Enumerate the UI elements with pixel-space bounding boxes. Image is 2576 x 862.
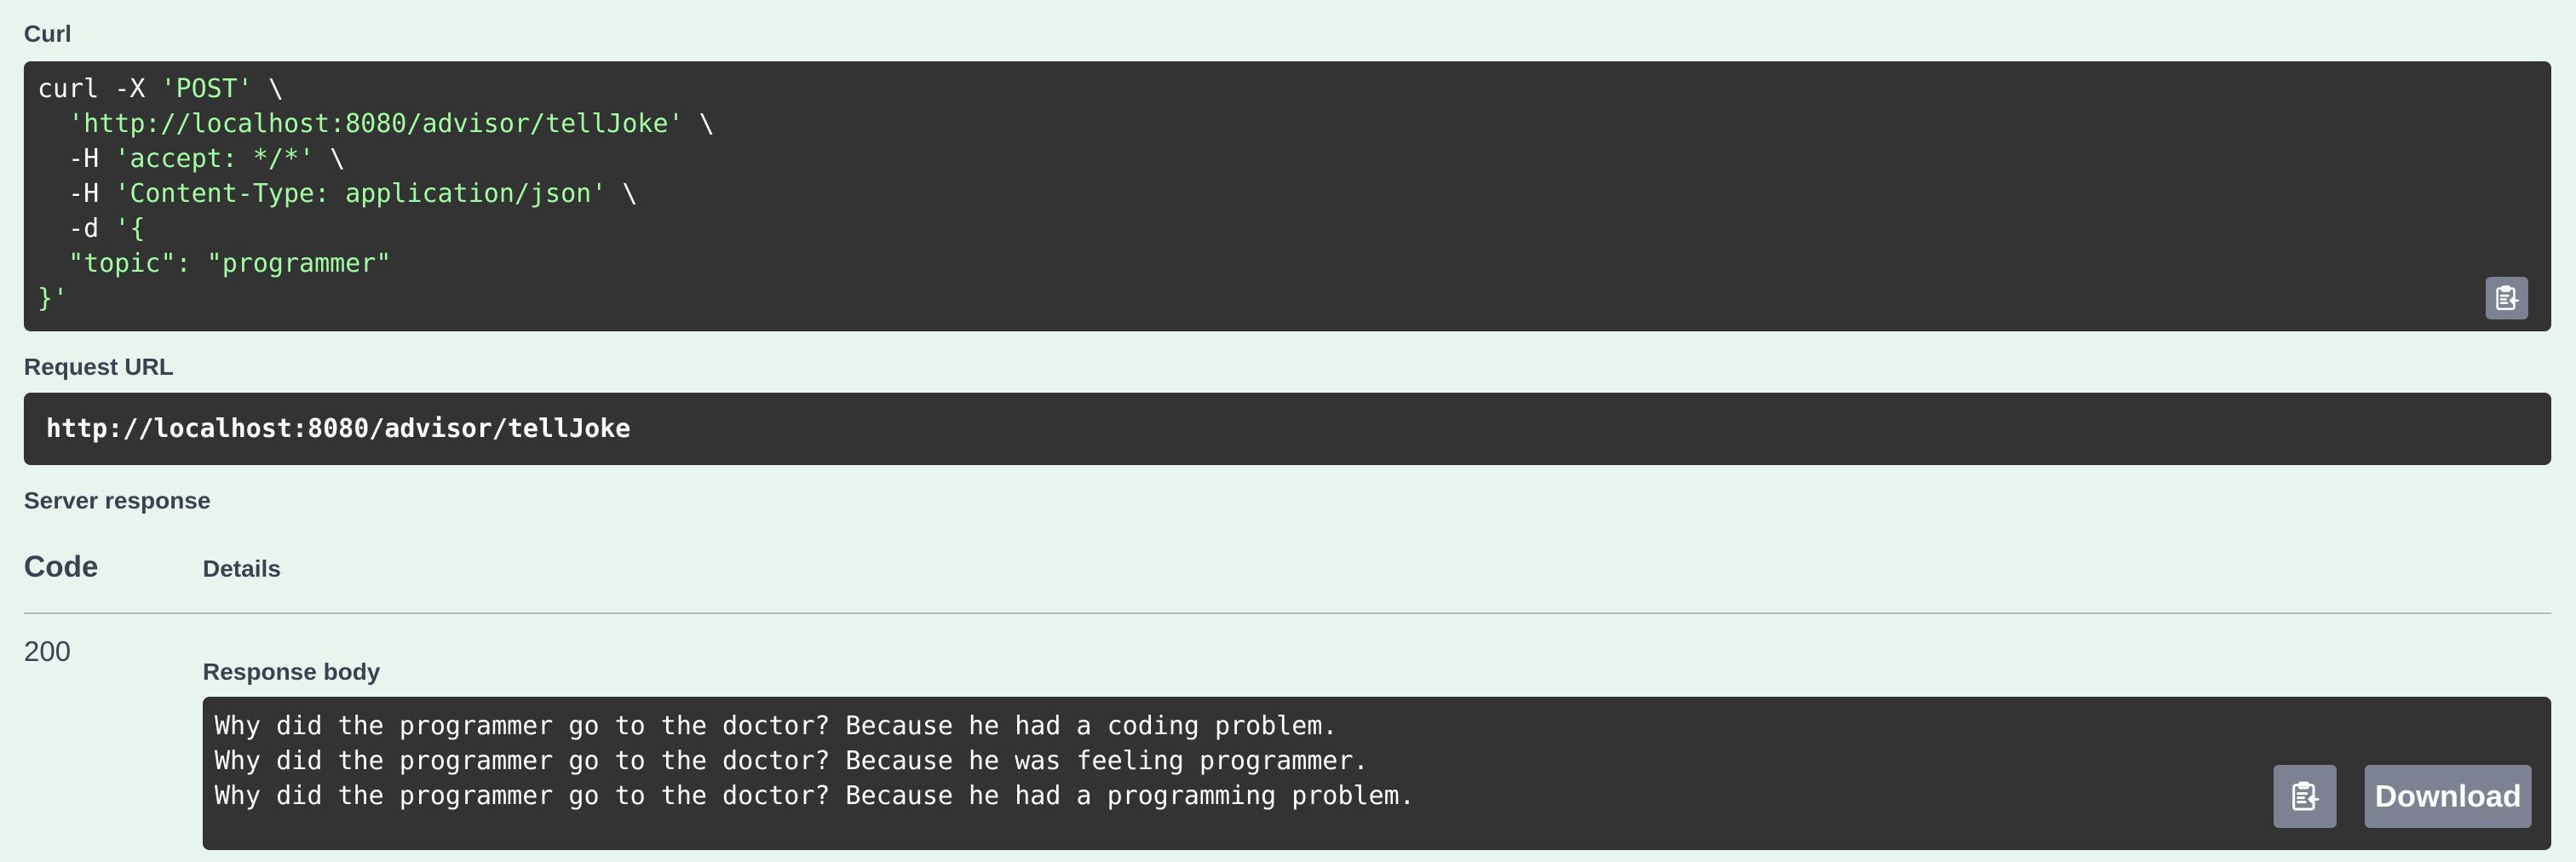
curl-token: 'POST' (160, 74, 253, 104)
curl-line: "topic": "programmer" (37, 246, 2538, 281)
curl-line: -H 'Content-Type: application/json' \ (37, 176, 2538, 211)
curl-token: \ (683, 109, 715, 139)
table-divider (24, 612, 2551, 614)
curl-token: -H (37, 144, 115, 174)
curl-token: 'accept: */*' (114, 144, 315, 174)
curl-token (37, 109, 68, 139)
curl-token: 'Content-Type: application/json' (114, 179, 607, 209)
request-url-value: http://localhost:8080/advisor/tellJoke (24, 393, 2551, 465)
curl-token: "topic": "programmer" (37, 249, 392, 279)
curl-token: '{ (114, 214, 146, 244)
curl-line: }' (37, 281, 2538, 316)
curl-token: -d (37, 214, 115, 244)
response-body-line: Why did the programmer go to the doctor?… (215, 781, 1415, 811)
curl-line: -H 'accept: */*' \ (37, 141, 2538, 176)
curl-token: \ (252, 74, 284, 104)
clipboard-icon (2292, 781, 2320, 811)
curl-token: curl -X (37, 74, 161, 104)
curl-line: curl -X 'POST' \ (37, 72, 2538, 106)
response-body-line: Why did the programmer go to the doctor?… (215, 746, 1369, 776)
response-body-line: Why did the programmer go to the doctor?… (215, 711, 1338, 741)
clipboard-icon (2496, 285, 2520, 311)
code-column-header: Code (24, 550, 99, 583)
response-body-block: Why did the programmer go to the doctor?… (203, 697, 2551, 850)
curl-code-block: curl -X 'POST' \ 'http://localhost:8080/… (24, 61, 2551, 331)
curl-line: 'http://localhost:8080/advisor/tellJoke'… (37, 106, 2538, 141)
download-button[interactable]: Download (2365, 765, 2532, 828)
curl-token: -H (37, 179, 115, 209)
curl-token: \ (607, 179, 638, 209)
curl-token: 'http://localhost:8080/advisor/tellJoke' (68, 109, 684, 139)
copy-curl-button[interactable] (2486, 277, 2528, 319)
copy-response-button[interactable] (2274, 765, 2337, 828)
curl-line: -d '{ (37, 211, 2538, 246)
response-status-code: 200 (24, 635, 72, 667)
curl-token: }' (37, 284, 69, 313)
details-column-header: Details (203, 555, 281, 582)
request-url-label: Request URL (24, 353, 174, 380)
response-body-label: Response body (203, 658, 381, 685)
curl-label: Curl (24, 20, 72, 47)
curl-token: \ (314, 144, 346, 174)
server-response-label: Server response (24, 487, 211, 514)
